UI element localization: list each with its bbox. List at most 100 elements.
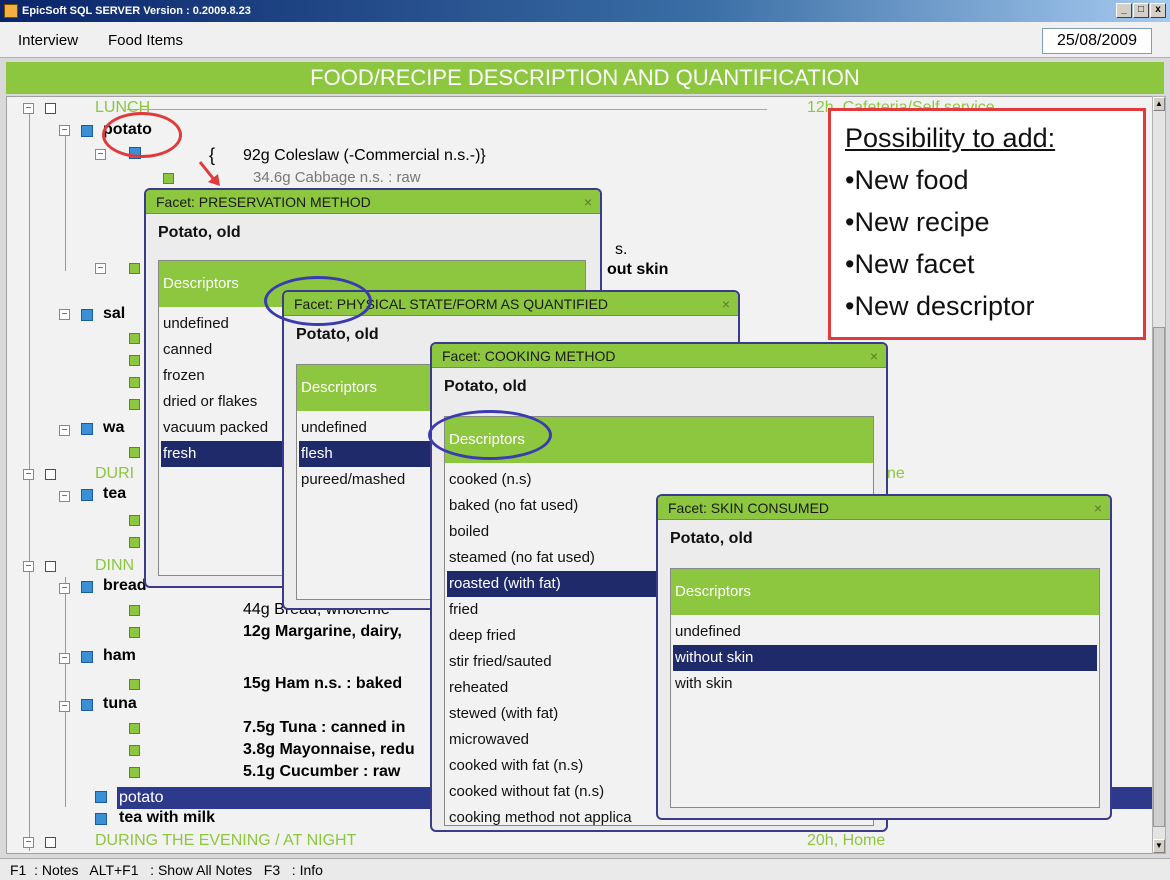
scroll-thumb[interactable] xyxy=(1153,327,1165,827)
tree-item-cabbage[interactable]: 34.6g Cabbage n.s. : raw xyxy=(253,169,421,186)
date-field[interactable]: 25/08/2009 xyxy=(1042,28,1152,54)
ingredient-icon xyxy=(129,377,140,388)
highlight-oval-descriptors xyxy=(428,410,552,460)
lunch-separator xyxy=(127,109,767,110)
ingredient-icon xyxy=(129,627,140,638)
ingredient-icon xyxy=(129,605,140,616)
tree-item-tuna[interactable]: tuna xyxy=(103,695,137,713)
collapse-icon[interactable]: − xyxy=(59,125,70,136)
status-bar: F1 : Notes ALT+F1 : Show All Notes F3 : … xyxy=(0,858,1170,880)
food-item-icon xyxy=(95,791,107,803)
close-icon[interactable]: × xyxy=(722,292,730,316)
menu-interview[interactable]: Interview xyxy=(18,32,78,49)
food-item-icon xyxy=(81,125,93,137)
meal-dinner[interactable]: DINN xyxy=(95,557,134,575)
collapse-icon[interactable]: − xyxy=(95,263,106,274)
page-banner: FOOD/RECIPE DESCRIPTION AND QUANTIFICATI… xyxy=(6,62,1164,94)
food-item-icon xyxy=(81,651,93,663)
callout-item: •New food xyxy=(845,165,969,195)
ingredient-icon xyxy=(129,537,140,548)
tree-item-water[interactable]: wa xyxy=(103,419,124,437)
meal-evening-meta: 20h, Home xyxy=(807,832,886,849)
ingredient-icon xyxy=(163,173,174,184)
highlight-oval-facet xyxy=(264,276,372,326)
tree-item-margarine[interactable]: 12g Margarine, dairy, xyxy=(243,623,402,641)
meal-checkbox-icon[interactable] xyxy=(45,561,56,572)
meal-evening[interactable]: DURING THE EVENING / AT NIGHT xyxy=(95,832,356,850)
descriptor-option[interactable]: without skin xyxy=(673,645,1097,671)
tree-line xyxy=(29,111,30,851)
close-icon[interactable]: × xyxy=(1094,496,1102,520)
collapse-icon[interactable]: − xyxy=(23,837,34,848)
collapse-icon[interactable]: − xyxy=(23,561,34,572)
facet-skin-dialog[interactable]: Facet: SKIN CONSUMED × Potato, old Descr… xyxy=(656,494,1112,820)
tree-item-ham[interactable]: ham xyxy=(103,647,136,665)
callout-item: •New facet xyxy=(845,249,975,279)
ingredient-icon xyxy=(129,679,140,690)
collapse-icon[interactable]: − xyxy=(59,583,70,594)
close-icon[interactable]: × xyxy=(584,190,592,214)
tree-line xyxy=(65,131,66,271)
callout-item: •New descriptor xyxy=(845,291,1035,321)
tree-item-bread[interactable]: bread xyxy=(103,577,147,595)
tree-item-salad[interactable]: sal xyxy=(103,305,125,323)
collapse-icon[interactable]: − xyxy=(95,149,106,160)
title-bar: EpicSoft SQL SERVER Version : 0.2009.8.2… xyxy=(0,0,1170,22)
tree-line xyxy=(65,577,66,807)
ingredient-icon xyxy=(129,745,140,756)
app-window: EpicSoft SQL SERVER Version : 0.2009.8.2… xyxy=(0,0,1170,880)
menu-food-items[interactable]: Food Items xyxy=(108,32,183,49)
menu-bar: Interview Food Items 25/08/2009 xyxy=(0,22,1170,58)
callout-item: •New recipe xyxy=(845,207,990,237)
tree-item-coleslaw[interactable]: 92g Coleslaw (-Commercial n.s.-)} xyxy=(243,147,486,165)
meal-during-day[interactable]: DURI xyxy=(95,465,134,483)
facet-skin-descriptors[interactable]: Descriptors undefined without skin with sk… xyxy=(670,568,1100,808)
facet-preservation-food: Potato, old xyxy=(158,224,241,241)
collapse-icon[interactable]: − xyxy=(59,309,70,320)
meal-checkbox-icon[interactable] xyxy=(45,837,56,848)
app-icon xyxy=(4,4,18,18)
descriptor-option[interactable]: with skin xyxy=(673,671,1097,697)
ingredient-icon xyxy=(129,723,140,734)
scroll-up-icon[interactable]: ▲ xyxy=(1153,97,1165,111)
collapse-icon[interactable]: − xyxy=(59,491,70,502)
descriptor-option[interactable]: undefined xyxy=(673,619,1097,645)
tree-item-tuna-ingredient[interactable]: 7.5g Tuna : canned in xyxy=(243,719,405,737)
collapse-icon[interactable]: − xyxy=(23,469,34,480)
meal-checkbox-icon[interactable] xyxy=(45,469,56,480)
meal-checkbox-icon[interactable] xyxy=(45,103,56,114)
tree-item-without-skin[interactable]: out skin xyxy=(607,261,668,279)
tree-item-tea[interactable]: tea xyxy=(103,485,126,503)
food-item-icon xyxy=(95,813,107,825)
ingredient-icon xyxy=(129,355,140,366)
maximize-button[interactable]: □ xyxy=(1133,3,1149,18)
food-item-icon xyxy=(81,489,93,501)
meal-during-day-meta: ne xyxy=(887,465,905,482)
collapse-icon[interactable]: − xyxy=(23,103,34,114)
close-button[interactable]: x xyxy=(1150,3,1166,18)
tree-item-mayonnaise[interactable]: 3.8g Mayonnaise, redu xyxy=(243,741,415,759)
collapse-icon[interactable]: − xyxy=(59,701,70,712)
close-icon[interactable]: × xyxy=(870,344,878,368)
scroll-down-icon[interactable]: ▼ xyxy=(1153,839,1165,853)
tree-scrollbar[interactable]: ▲ ▼ xyxy=(1152,96,1166,854)
minimize-button[interactable]: _ xyxy=(1116,3,1132,18)
ingredient-icon xyxy=(129,767,140,778)
tree-item-ham-ingredient[interactable]: 15g Ham n.s. : baked xyxy=(243,675,402,693)
ingredient-icon xyxy=(129,399,140,410)
tree-item-cucumber[interactable]: 5.1g Cucumber : raw xyxy=(243,763,400,781)
ingredient-icon xyxy=(129,263,140,274)
collapse-icon[interactable]: − xyxy=(59,653,70,664)
ingredient-icon xyxy=(129,447,140,458)
collapse-icon[interactable]: − xyxy=(59,425,70,436)
highlight-oval-potato xyxy=(102,112,182,158)
descriptor-option[interactable]: cooked (n.s) xyxy=(447,467,871,493)
descriptors-header: Descriptors xyxy=(671,569,1099,615)
facet-skin-title: Facet: SKIN CONSUMED xyxy=(658,496,1110,520)
ingredient-icon xyxy=(129,515,140,526)
tree-item-potato-selected[interactable]: potato xyxy=(119,789,163,807)
facet-cooking-food: Potato, old xyxy=(444,378,527,395)
facet-physical-food: Potato, old xyxy=(296,326,379,343)
tree-item-tea-with-milk[interactable]: tea with milk xyxy=(119,809,215,827)
facet-skin-food: Potato, old xyxy=(670,530,753,547)
